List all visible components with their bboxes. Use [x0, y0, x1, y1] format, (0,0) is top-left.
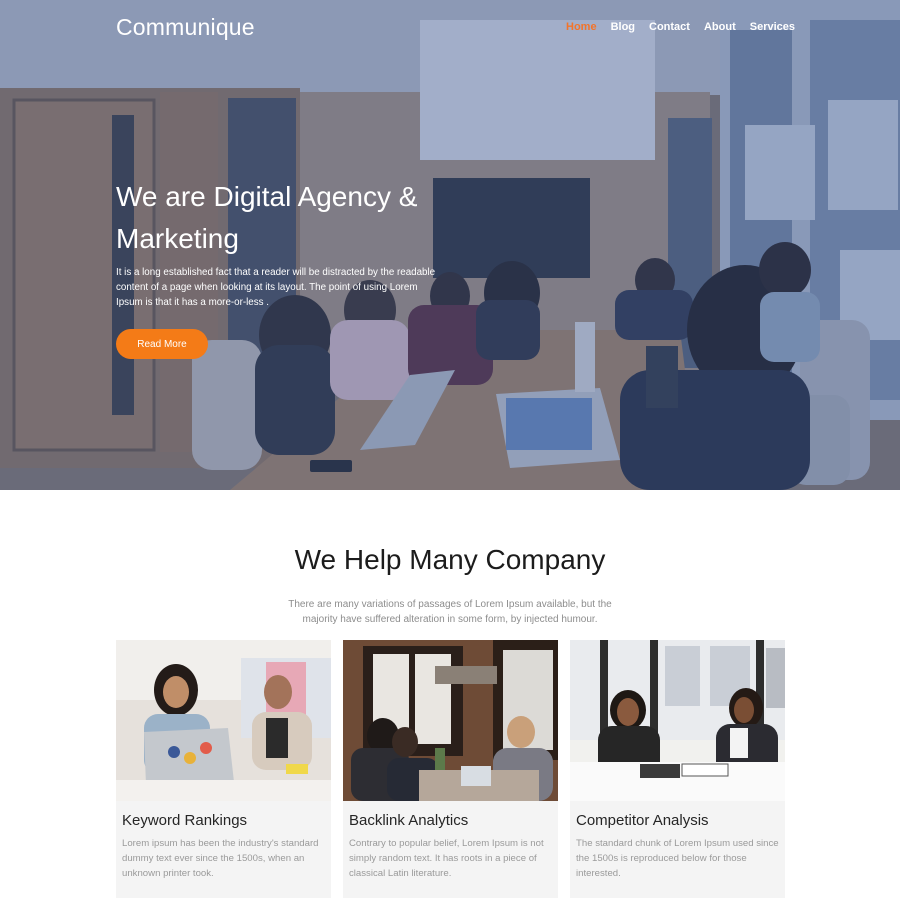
card-image-two-women-meeting [570, 640, 785, 801]
hero-title: We are Digital Agency & Marketing [116, 181, 418, 254]
brand-logo[interactable]: Communique [116, 14, 255, 41]
section-subtitle: There are many variations of passages of… [288, 599, 612, 625]
nav-blog[interactable]: Blog [611, 21, 635, 33]
card-text: Lorem ipsum has been the industry's stan… [122, 838, 319, 879]
service-card-competitor-analysis[interactable]: Competitor Analysis The standard chunk o… [570, 640, 785, 898]
nav-home[interactable]: Home [566, 21, 597, 33]
hero-description: It is a long established fact that a rea… [116, 267, 436, 308]
nav-services[interactable]: Services [750, 21, 795, 33]
hero-banner: Communique Home Blog Contact About Servi… [0, 0, 900, 490]
card-title: Competitor Analysis [576, 812, 709, 829]
nav-about[interactable]: About [704, 21, 736, 33]
main-nav: Home Blog Contact About Services [566, 21, 795, 33]
card-image-team-laptop [116, 640, 331, 801]
card-title: Keyword Rankings [122, 812, 248, 829]
service-card-keyword-rankings[interactable]: Keyword Rankings Lorem ipsum has been th… [116, 640, 331, 898]
card-title: Backlink Analytics [349, 812, 469, 829]
card-text: Contrary to popular belief, Lorem Ipsum … [349, 838, 544, 879]
card-image-office-meeting [343, 640, 558, 801]
nav-contact[interactable]: Contact [649, 21, 690, 33]
service-card-backlink-analytics[interactable]: Backlink Analytics Contrary to popular b… [343, 640, 558, 898]
section-title: We Help Many Company [294, 544, 606, 575]
card-text: The standard chunk of Lorem Ipsum used s… [576, 838, 779, 879]
read-more-button[interactable]: Read More [116, 329, 208, 359]
